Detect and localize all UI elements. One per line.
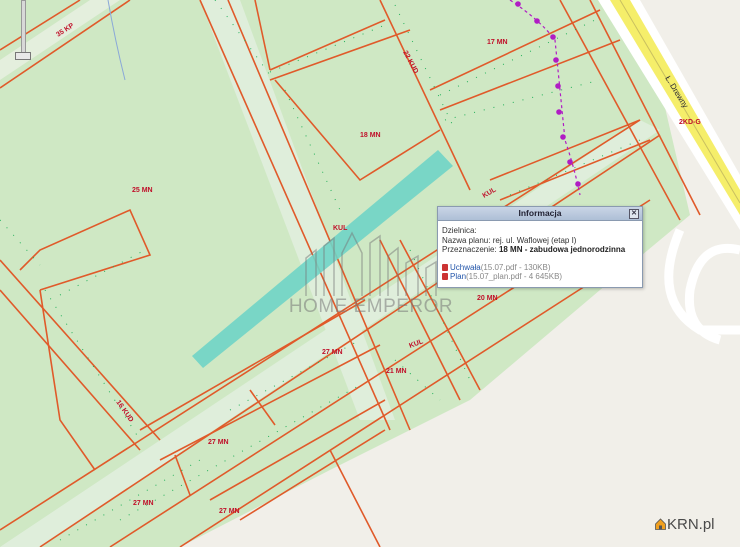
zone-label: 27 MN [322, 349, 343, 356]
doc-row: Plan(15.07_plan.pdf - 4 645KB) [442, 272, 638, 282]
plan-label: Nazwa planu: [442, 235, 491, 245]
district-label: Dzielnica: [442, 226, 477, 235]
doc-meta: (15.07.pdf - 130KB) [480, 262, 551, 272]
watermark-text: HOME EMPEROR [288, 296, 454, 317]
pdf-icon [442, 273, 448, 280]
zone-label: 21 MN [386, 368, 407, 375]
purpose-label: Przeznaczenie: [442, 245, 497, 254]
purpose-value: 18 MN - zabudowa jednorodzinna [498, 245, 626, 254]
purpose-row: Przeznaczenie: 18 MN - zabudowa jednorod… [442, 245, 638, 255]
road-label: 2KD-G [679, 119, 701, 126]
zone-label: 27 MN [208, 439, 229, 446]
zone-label: 25 MN [132, 187, 153, 194]
info-popup: Informacja ✕ Dzielnica: Nazwa planu: rej… [437, 206, 643, 288]
popup-title: Informacja [518, 208, 562, 218]
zone-label: 17 MN [487, 39, 508, 46]
close-icon[interactable]: ✕ [629, 209, 639, 219]
krn-logo: KRN.pl [655, 516, 715, 533]
zoom-handle[interactable] [15, 52, 31, 60]
doc-meta: (15.07_plan.pdf - 4 645KB) [466, 272, 563, 281]
zoom-track[interactable] [21, 0, 26, 58]
doc-row: Uchwała(15.07.pdf - 130KB) [442, 263, 638, 273]
plan-value: rej. ul. Waflowej (etap I) [492, 235, 577, 245]
popup-header: Informacja ✕ [438, 207, 642, 221]
watermark: HOME EMPEROR [286, 228, 456, 323]
zone-label: 20 MN [477, 295, 498, 302]
pdf-icon [442, 263, 448, 271]
brand-text: KRN.pl [667, 516, 715, 533]
watermark-skyline-icon [305, 231, 437, 296]
popup-body: Dzielnica: Nazwa planu: rej. ul. Waflowe… [438, 221, 642, 282]
zone-label: 27 MN [133, 500, 154, 507]
district-row: Dzielnica: [442, 226, 638, 236]
doc-link[interactable]: Plan [450, 272, 466, 281]
plan-row: Nazwa planu: rej. ul. Waflowej (etap I) [442, 236, 638, 246]
zone-label: 18 MN [360, 132, 381, 139]
doc-link[interactable]: Uchwała [450, 263, 481, 272]
zoom-slider[interactable] [13, 0, 33, 62]
zone-label: 27 MN [219, 508, 240, 515]
house-icon [655, 518, 666, 530]
